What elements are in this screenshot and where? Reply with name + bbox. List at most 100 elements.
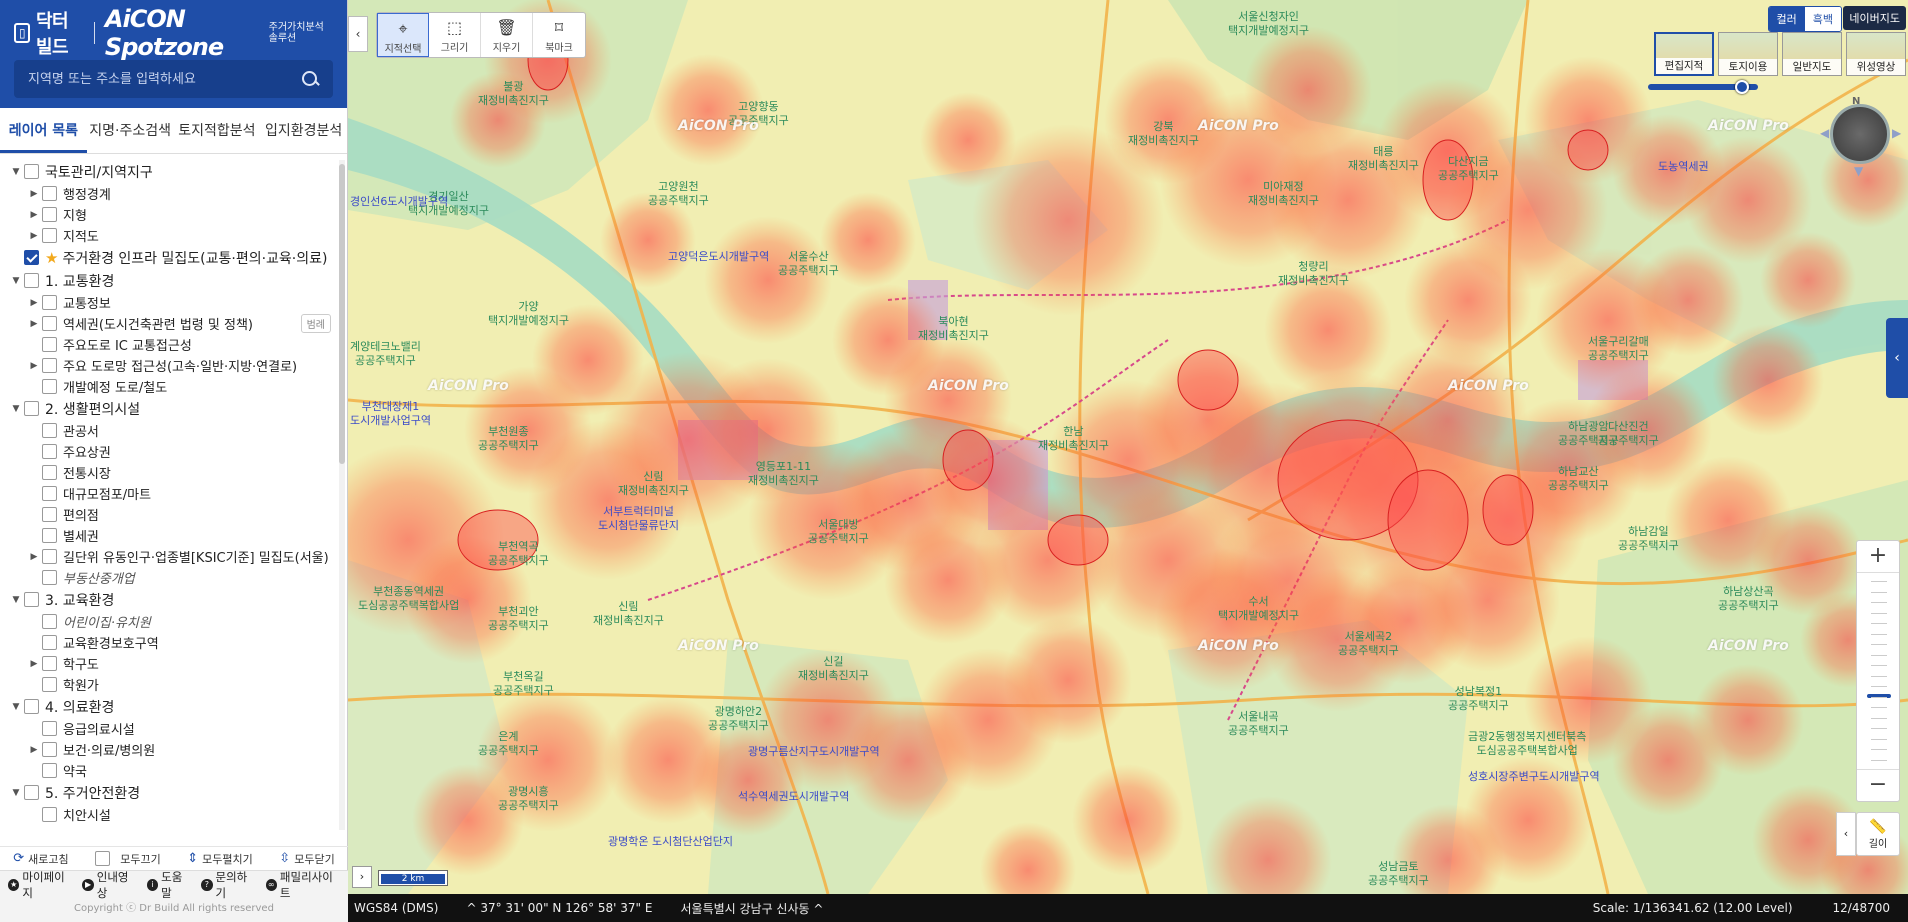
- collapse-all-button[interactable]: ⇳ 모두닫기: [279, 851, 334, 867]
- layer-item[interactable]: 개발예정 도로/철도: [0, 376, 347, 397]
- layer-checkbox[interactable]: [42, 549, 57, 564]
- layer-item[interactable]: ▼ 4. 의료환경: [0, 695, 347, 718]
- layer-checkbox[interactable]: [42, 423, 57, 438]
- layer-checkbox[interactable]: [42, 528, 57, 543]
- caret-down-icon[interactable]: ▼: [8, 167, 24, 177]
- layer-checkbox[interactable]: [24, 273, 39, 288]
- layer-item[interactable]: 전통시장: [0, 462, 347, 483]
- layer-checkbox[interactable]: [42, 507, 57, 522]
- layer-item[interactable]: 교육환경보호구역: [0, 632, 347, 653]
- tab-2[interactable]: 토지적합분석: [174, 108, 261, 153]
- layer-item[interactable]: 부동산중개업: [0, 567, 347, 588]
- measure-length-button[interactable]: 📏 길이: [1856, 812, 1900, 856]
- layer-item[interactable]: ▶ 역세권(도시건축관련 법령 및 정책) 범례: [0, 313, 347, 334]
- naver-map-button[interactable]: 네이버지도: [1843, 6, 1906, 30]
- layer-item[interactable]: ▶ 지형: [0, 204, 347, 225]
- zoom-out-button[interactable]: −: [1857, 769, 1899, 801]
- tab-0[interactable]: 레이어 목록: [0, 108, 87, 153]
- map-type-2[interactable]: 일반지도: [1782, 32, 1842, 76]
- expand-sidebar-button[interactable]: ›: [352, 866, 372, 888]
- layer-item[interactable]: 어린이집·유치원: [0, 611, 347, 632]
- layer-item[interactable]: 별세권: [0, 525, 347, 546]
- zoom-slider[interactable]: [1857, 573, 1899, 769]
- layer-item[interactable]: ▼ 국토관리/지역지구: [0, 160, 347, 183]
- color-mode-button[interactable]: 컬러: [1768, 7, 1805, 31]
- layer-checkbox[interactable]: [42, 358, 57, 373]
- map-view[interactable]: 불광 재정비촉진지구 고양향동 공공주택지구 고양원천 공공주택지구 고양덕은도시개발…: [348, 0, 1908, 894]
- layer-checkbox[interactable]: [42, 807, 57, 822]
- map-type-1[interactable]: 토지이용: [1718, 32, 1778, 76]
- collapse-sidebar-button[interactable]: ‹: [348, 16, 368, 52]
- layer-item[interactable]: ▼ 5. 주거안전환경: [0, 781, 347, 804]
- layer-item[interactable]: 주요도로 IC 교통접근성: [0, 334, 347, 355]
- layer-item[interactable]: ▶ 지적도: [0, 225, 347, 246]
- layer-checkbox[interactable]: [24, 401, 39, 416]
- tool-button-2[interactable]: 🗑 지우기: [481, 13, 533, 57]
- caret-down-icon[interactable]: ▼: [8, 595, 24, 605]
- footer-link-0[interactable]: ★ 마이페이지: [8, 869, 72, 901]
- layer-checkbox[interactable]: [42, 614, 57, 629]
- layer-item[interactable]: ▶ 학구도: [0, 653, 347, 674]
- caret-right-icon[interactable]: ▶: [26, 659, 42, 669]
- opacity-slider[interactable]: [1648, 80, 1758, 94]
- layer-checkbox[interactable]: [42, 656, 57, 671]
- layer-item[interactable]: ▼ 3. 교육환경: [0, 588, 347, 611]
- layer-checkbox[interactable]: [42, 465, 57, 480]
- caret-right-icon[interactable]: ▶: [26, 745, 42, 755]
- layer-checkbox[interactable]: [24, 592, 39, 607]
- layer-checkbox[interactable]: [24, 164, 39, 179]
- layer-item[interactable]: ▶ 교통정보: [0, 292, 347, 313]
- layer-item[interactable]: ▶ 행정경계: [0, 183, 347, 204]
- crs-label[interactable]: WGS84 (DMS): [354, 901, 438, 915]
- layer-item[interactable]: 주요상권: [0, 441, 347, 462]
- map-type-3[interactable]: 위성영상: [1846, 32, 1906, 76]
- tab-1[interactable]: 지명·주소검색: [87, 108, 174, 153]
- layer-checkbox[interactable]: [24, 699, 39, 714]
- layer-checkbox[interactable]: [24, 785, 39, 800]
- right-panel-toggle[interactable]: ‹: [1886, 318, 1908, 398]
- layer-checkbox[interactable]: [42, 763, 57, 778]
- layer-item[interactable]: ▶ 주요 도로망 접근성(고속·일반·지방·연결로): [0, 355, 347, 376]
- zoom-in-button[interactable]: +: [1857, 541, 1899, 573]
- layer-checkbox[interactable]: [42, 742, 57, 757]
- footer-link-1[interactable]: ▶ 인내영상: [82, 869, 136, 901]
- layer-checkbox[interactable]: [42, 207, 57, 222]
- layer-item[interactable]: 학원가: [0, 674, 347, 695]
- caret-right-icon[interactable]: ▶: [26, 552, 42, 562]
- caret-right-icon[interactable]: ▶: [26, 319, 42, 329]
- search-icon[interactable]: [301, 70, 319, 88]
- footer-link-4[interactable]: ∞ 패밀리사이트: [265, 869, 340, 901]
- layer-scrollbar-thumb[interactable]: [339, 164, 345, 464]
- map-type-0[interactable]: 편집지적: [1654, 32, 1714, 76]
- gray-mode-button[interactable]: 흑백: [1804, 7, 1841, 31]
- address-readout[interactable]: 서울특별시 강남구 신사동 ^: [680, 900, 823, 917]
- pan-left-icon[interactable]: ◀: [1820, 126, 1829, 140]
- layer-checkbox[interactable]: [42, 677, 57, 692]
- layer-checkbox[interactable]: [42, 721, 57, 736]
- all-off-button[interactable]: 모두끄기: [95, 851, 161, 867]
- layer-item[interactable]: 응급의료시설: [0, 718, 347, 739]
- caret-down-icon[interactable]: ▼: [8, 404, 24, 414]
- caret-right-icon[interactable]: ▶: [26, 189, 42, 199]
- layer-checkbox[interactable]: [42, 295, 57, 310]
- layer-item[interactable]: 대규모점포/마트: [0, 483, 347, 504]
- layer-checkbox[interactable]: [42, 228, 57, 243]
- tab-3[interactable]: 입지환경분석: [260, 108, 347, 153]
- layer-checkbox[interactable]: [42, 444, 57, 459]
- layer-item[interactable]: 약국: [0, 760, 347, 781]
- layer-checkbox[interactable]: [42, 486, 57, 501]
- footer-link-3[interactable]: ? 문의하기: [201, 869, 255, 901]
- layer-checkbox[interactable]: [42, 186, 57, 201]
- tool-button-3[interactable]: ⌑ 북마크: [533, 13, 585, 57]
- caret-right-icon[interactable]: ▶: [26, 210, 42, 220]
- compass-control[interactable]: N ◀ ▶ ▼: [1820, 96, 1901, 178]
- layer-checkbox[interactable]: [24, 250, 39, 265]
- layer-item[interactable]: ★ 주거환경 인프라 밀집도(교통·편의·교육·의료): [0, 246, 347, 269]
- caret-down-icon[interactable]: ▼: [8, 788, 24, 798]
- expand-all-button[interactable]: ⇕ 모두펼치기: [187, 851, 253, 867]
- layer-item[interactable]: ▼ 2. 생활편의시설: [0, 397, 347, 420]
- tool-button-1[interactable]: ⬚ 그리기: [429, 13, 481, 57]
- measure-expand-button[interactable]: ‹: [1836, 812, 1856, 856]
- layer-item[interactable]: 관공서: [0, 420, 347, 441]
- layer-checkbox[interactable]: [42, 316, 57, 331]
